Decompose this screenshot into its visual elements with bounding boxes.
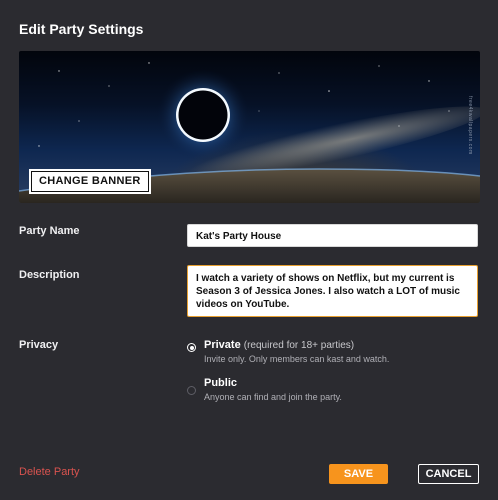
save-button[interactable]: SAVE bbox=[329, 464, 388, 484]
change-banner-button[interactable]: CHANGE BANNER bbox=[31, 171, 149, 192]
banner-watermark: free4kwallpapers.com bbox=[467, 96, 473, 155]
dialog-title: Edit Party Settings bbox=[19, 21, 144, 37]
party-name-input[interactable]: Kat's Party House bbox=[187, 224, 478, 247]
private-option-label[interactable]: Private (required for 18+ parties) bbox=[204, 339, 354, 351]
private-option-note: (required for 18+ parties) bbox=[243, 340, 355, 351]
party-name-label: Party Name bbox=[19, 225, 80, 237]
public-radio[interactable] bbox=[187, 386, 196, 395]
private-radio[interactable] bbox=[187, 343, 196, 352]
privacy-label: Privacy bbox=[19, 339, 59, 351]
description-textarea[interactable]: I watch a variety of shows on Netflix, b… bbox=[187, 265, 478, 317]
description-label: Description bbox=[19, 269, 80, 281]
public-option-label[interactable]: Public bbox=[204, 377, 237, 389]
party-banner: free4kwallpapers.com CHANGE BANNER bbox=[19, 51, 480, 203]
public-option-description: Anyone can find and join the party. bbox=[204, 392, 342, 402]
private-option-description: Invite only. Only members can kast and w… bbox=[204, 354, 390, 364]
public-option-title: Public bbox=[204, 377, 238, 389]
cancel-button[interactable]: CANCEL bbox=[418, 464, 479, 484]
edit-party-dialog: Edit Party Settings free4kwallpapers.com… bbox=[0, 0, 498, 500]
private-option-title: Private bbox=[204, 339, 241, 351]
delete-party-link[interactable]: Delete Party bbox=[19, 466, 80, 478]
